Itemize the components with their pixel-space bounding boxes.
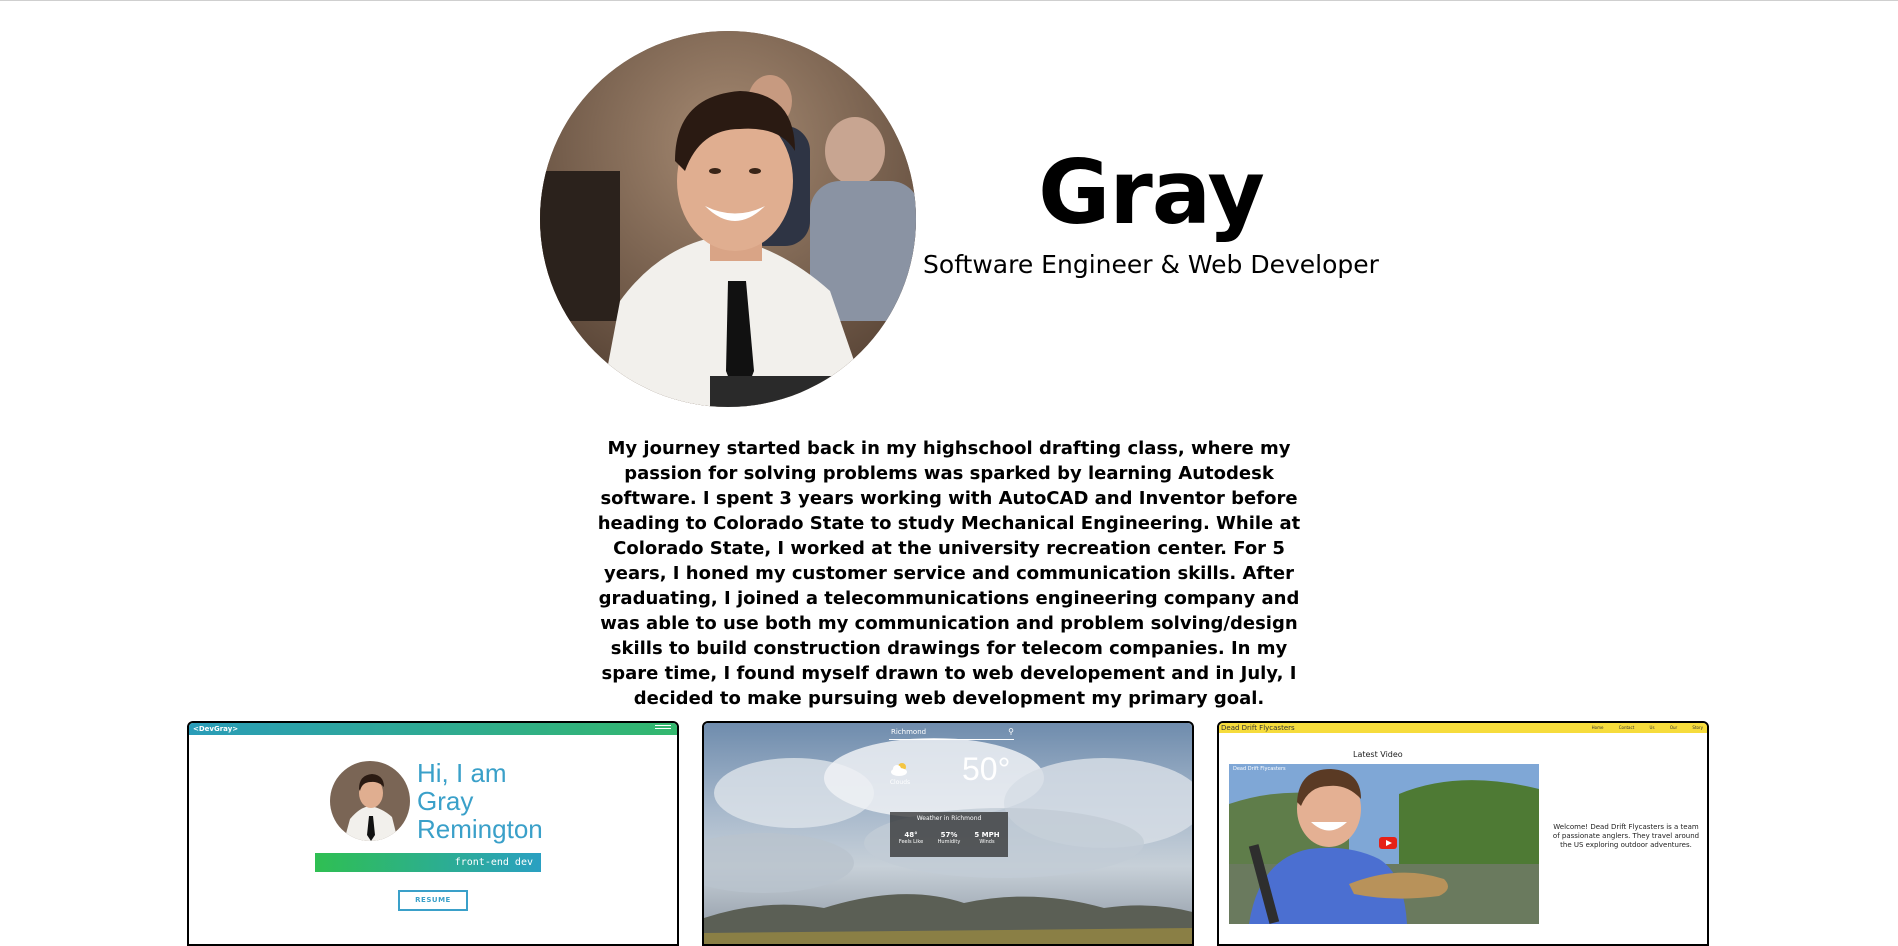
latest-video-heading: Latest Video — [1353, 750, 1403, 759]
stat-label: Feels Like — [898, 839, 924, 845]
stat-label: Humidity — [937, 839, 961, 845]
greeting-line: Gray — [417, 786, 474, 816]
greeting-line: Remington — [417, 814, 543, 844]
portfolio-role-banner: front-end dev — [315, 853, 541, 872]
stat-label: Winds — [979, 839, 995, 845]
greeting-line: Hi, I am — [417, 758, 507, 788]
profile-photo — [540, 31, 916, 407]
portfolio-brand: <DevGray> — [193, 725, 239, 733]
humidity-stat: 57% Humidity — [930, 831, 968, 845]
flycasters-nav-links[interactable]: Home Contact Us Our Story — [1592, 723, 1703, 733]
weather-panel-title: Weather in Richmond — [916, 815, 982, 822]
resume-button[interactable]: RESUME — [398, 890, 468, 911]
stat-value: 5 MPH — [974, 831, 1000, 839]
profile-name: Gray — [1038, 141, 1265, 244]
current-temperature: 50° — [962, 751, 1011, 787]
video-thumbnail[interactable]: Dead Drift Flycasters — [1229, 764, 1539, 924]
portfolio-navbar — [189, 723, 677, 735]
top-divider — [0, 0, 1898, 1]
winds-stat: 5 MPH Winds — [968, 831, 1006, 845]
feels-like-stat: 48° Feels Like — [892, 831, 930, 845]
weather-details-panel: Weather in Richmond 48° Feels Like 57% H… — [890, 812, 1008, 857]
youtube-play-icon[interactable] — [1379, 837, 1397, 849]
project-card-portfolio[interactable]: <DevGray> Hi, I am Gray Remington front-… — [187, 721, 679, 946]
stat-value: 48° — [904, 831, 918, 839]
hamburger-menu-icon — [655, 725, 671, 733]
project-card-flycasters[interactable]: Dead Drift Flycasters Home Contact Us Ou… — [1217, 721, 1709, 946]
weather-condition: Clouds — [889, 779, 911, 786]
search-icon[interactable]: ⚲ — [1008, 726, 1014, 738]
city-search-input[interactable]: Richmond ⚲ — [889, 726, 1014, 740]
video-channel-name: Dead Drift Flycasters — [1233, 766, 1286, 772]
profile-bio: My journey started back in my highschool… — [597, 438, 1301, 709]
stat-value: 57% — [940, 831, 958, 839]
portfolio-avatar — [330, 761, 410, 841]
project-card-weather[interactable]: Richmond ⚲ Clouds 50° Weather in Richmon… — [702, 721, 1194, 946]
cloud-icon — [890, 761, 910, 777]
profile-tagline: Software Engineer & Web Developer — [923, 250, 1379, 279]
flycasters-brand: Dead Drift Flycasters — [1221, 724, 1295, 732]
portfolio-greeting: Hi, I am Gray Remington — [417, 759, 557, 843]
city-search-value: Richmond — [891, 728, 927, 736]
flycasters-welcome-text: Welcome! Dead Drift Flycasters is a team… — [1552, 823, 1700, 849]
